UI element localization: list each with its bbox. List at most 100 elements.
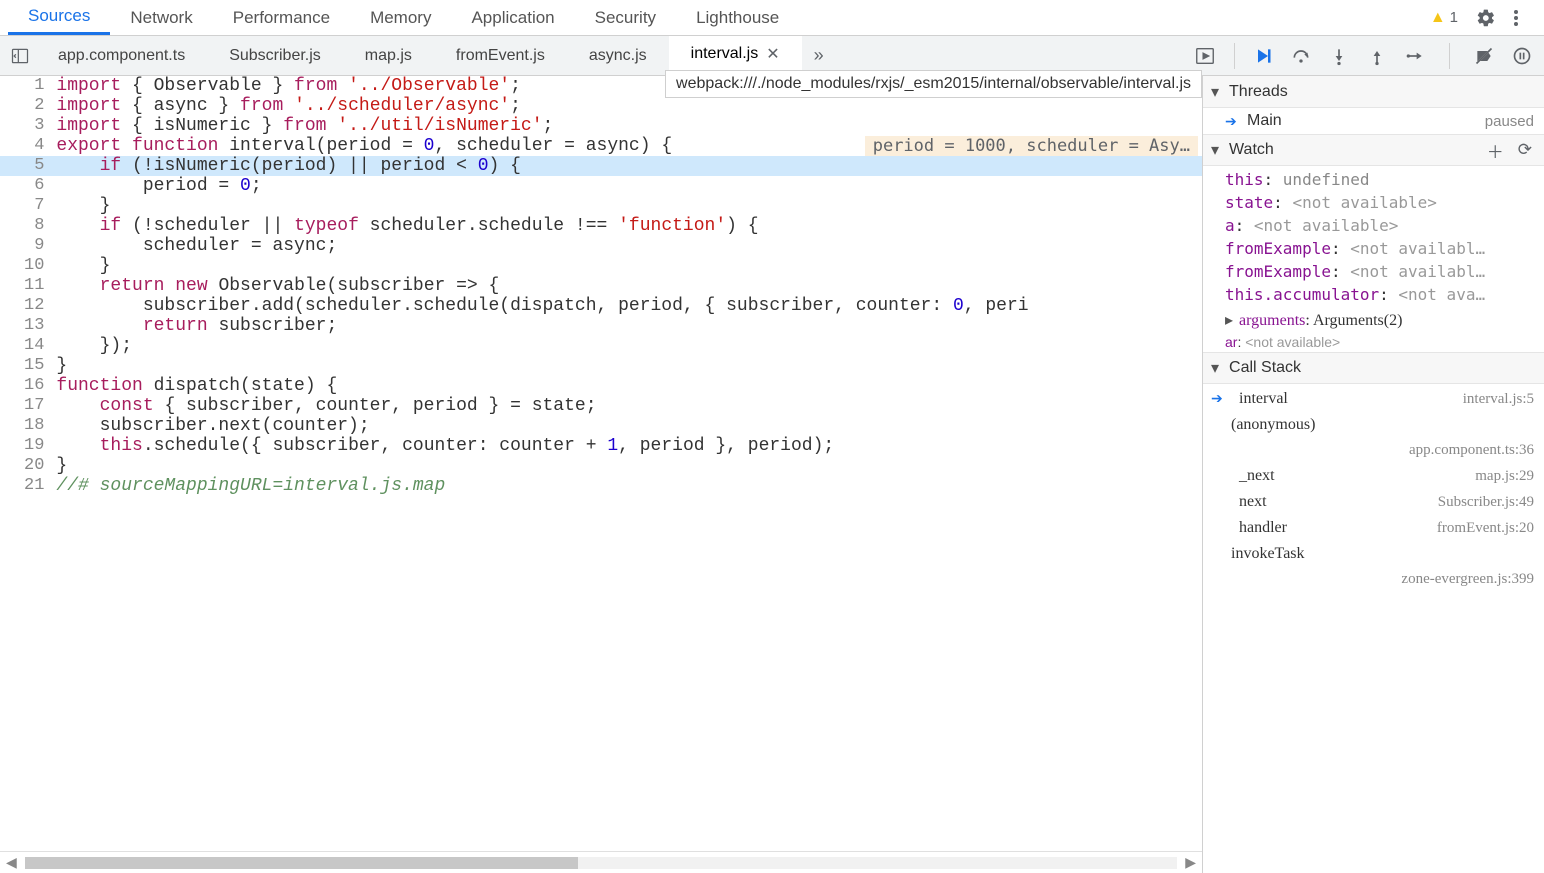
code-line[interactable]: period = 0; [56,176,1202,196]
line-number[interactable]: 12 [0,296,56,316]
pause-on-exceptions-button[interactable] [1512,46,1532,66]
code-line[interactable]: return subscriber; [56,316,1202,336]
line-number[interactable]: 9 [0,236,56,256]
code-line[interactable]: export function interval(period = 0, sch… [56,136,1202,156]
warnings-badge[interactable]: ▲ 1 [1430,9,1458,27]
panel-tab-sources[interactable]: Sources [8,0,110,35]
debugger-sidebar: Threads ➔ Main paused Watch ＋ ⟳ this: un… [1202,76,1544,873]
line-number[interactable]: 19 [0,436,56,456]
code-line[interactable]: import { isNumeric } from '../util/isNum… [56,116,1202,136]
toggle-screencast-button[interactable] [1190,41,1220,71]
watch-row[interactable]: fromExample: <not availabl… [1203,237,1544,260]
panel-tab-performance[interactable]: Performance [213,0,350,35]
callstack-section-header[interactable]: Call Stack [1203,352,1544,384]
add-watch-icon[interactable]: ＋ [1483,138,1508,163]
step-over-button[interactable] [1291,46,1311,66]
line-number[interactable]: 18 [0,416,56,436]
line-number[interactable]: 4 [0,136,56,156]
step-out-button[interactable] [1367,46,1387,66]
settings-icon[interactable] [1476,8,1496,28]
warning-icon: ▲ [1430,9,1446,27]
line-number[interactable]: 3 [0,116,56,136]
code-line[interactable]: const { subscriber, counter, period } = … [56,396,1202,416]
callstack-frame[interactable]: nextSubscriber.js:49 [1203,489,1544,515]
code-line[interactable]: //# sourceMappingURL=interval.js.map [56,476,1202,496]
line-number[interactable]: 14 [0,336,56,356]
watch-row[interactable]: state: <not available> [1203,191,1544,214]
file-tab[interactable]: map.js [343,36,434,75]
line-number[interactable]: 16 [0,376,56,396]
watch-section-header[interactable]: Watch ＋ ⟳ [1203,134,1544,166]
more-icon[interactable] [1514,8,1530,28]
callstack-title: Call Stack [1229,359,1301,377]
horizontal-scrollbar[interactable]: ◀ ▶ [0,851,1202,873]
scroll-left-icon[interactable]: ◀ [0,854,23,871]
step-into-button[interactable] [1329,46,1349,66]
line-number[interactable]: 11 [0,276,56,296]
code-line[interactable]: this.schedule({ subscriber, counter: cou… [56,436,1202,456]
panel-tab-memory[interactable]: Memory [350,0,451,35]
code-line[interactable]: } [56,196,1202,216]
line-number[interactable]: 2 [0,96,56,116]
line-number[interactable]: 6 [0,176,56,196]
close-tab-icon[interactable]: ✕ [766,44,779,64]
file-tab[interactable]: app.component.ts [36,36,207,75]
frame-location: fromEvent.js:20 [1437,520,1534,537]
scroll-right-icon[interactable]: ▶ [1179,854,1202,871]
code-line[interactable]: subscriber.next(counter); [56,416,1202,436]
file-tab-label: async.js [589,47,647,65]
watch-row[interactable]: a: <not available> [1203,214,1544,237]
file-tab[interactable]: async.js [567,36,669,75]
watch-row[interactable]: this.accumulator: <not ava… [1203,283,1544,306]
callstack-frame[interactable]: handlerfromEvent.js:20 [1203,515,1544,541]
panel-tab-lighthouse[interactable]: Lighthouse [676,0,799,35]
frame-function: (anonymous) [1225,416,1315,434]
threads-section-header[interactable]: Threads [1203,76,1544,108]
frame-function: invokeTask [1225,545,1305,563]
file-tab[interactable]: Subscriber.js [207,36,343,75]
refresh-watch-icon[interactable]: ⟳ [1514,140,1536,160]
watch-arguments-row[interactable]: arguments: Arguments(2) [1203,308,1544,332]
code-line[interactable]: } [56,356,1202,376]
line-number[interactable]: 8 [0,216,56,236]
panel-tab-security[interactable]: Security [575,0,676,35]
code-line[interactable]: scheduler = async; [56,236,1202,256]
watch-row[interactable]: this: undefined [1203,168,1544,191]
callstack-frame[interactable]: (anonymous)app.component.ts:36 [1203,412,1544,463]
line-number[interactable]: 1 [0,76,56,96]
file-tab[interactable]: fromEvent.js [434,36,567,75]
deactivate-breakpoints-button[interactable] [1474,46,1494,66]
line-number[interactable]: 20 [0,456,56,476]
code-line[interactable]: subscriber.add(scheduler.schedule(dispat… [56,296,1202,316]
callstack-frame[interactable]: _nextmap.js:29 [1203,463,1544,489]
line-number[interactable]: 21 [0,476,56,496]
line-number[interactable]: 5 [0,156,56,176]
code-line[interactable]: import { async } from '../scheduler/asyn… [56,96,1202,116]
callstack-frame[interactable]: ➔intervalinterval.js:5 [1203,386,1544,412]
code-line[interactable]: return new Observable(subscriber => { [56,276,1202,296]
code-line[interactable]: } [56,456,1202,476]
line-number[interactable]: 7 [0,196,56,216]
code-line[interactable]: }); [56,336,1202,356]
callstack-frame[interactable]: invokeTaskzone-evergreen.js:399 [1203,541,1544,592]
watch-list: this: undefinedstate: <not available>a: … [1203,166,1544,308]
watch-row[interactable]: fromExample: <not availabl… [1203,260,1544,283]
panel-tab-application[interactable]: Application [451,0,574,35]
line-number[interactable]: 17 [0,396,56,416]
line-number[interactable]: 15 [0,356,56,376]
code-line[interactable]: } [56,256,1202,276]
more-tabs-icon[interactable]: » [802,45,836,66]
line-number[interactable]: 10 [0,256,56,276]
thread-row[interactable]: ➔ Main paused [1203,108,1544,134]
panel-tab-network[interactable]: Network [110,0,212,35]
code-editor[interactable]: webpack:///./node_modules/rxjs/_esm2015/… [0,76,1202,873]
code-line[interactable]: if (!scheduler || typeof scheduler.sched… [56,216,1202,236]
devtools-panel-tabs: SourcesNetworkPerformanceMemoryApplicati… [0,0,1544,36]
code-line[interactable]: if (!isNumeric(period) || period < 0) { [56,156,1202,176]
toggle-navigator-button[interactable] [4,40,36,72]
watch-row[interactable]: ar: <not available> [1203,332,1544,352]
resume-button[interactable] [1253,46,1273,66]
line-number[interactable]: 13 [0,316,56,336]
code-line[interactable]: function dispatch(state) { [56,376,1202,396]
step-button[interactable] [1405,46,1425,66]
